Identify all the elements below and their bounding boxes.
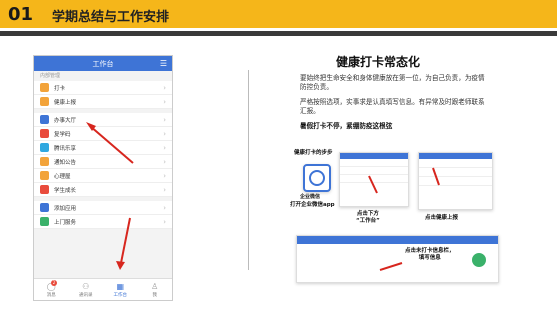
health-report-screenshot xyxy=(418,152,493,210)
workbench-screenshot xyxy=(339,152,409,207)
caption-open-app: 打开企业微信app xyxy=(290,202,335,208)
app-icon xyxy=(40,171,49,180)
app-label: 企业微信 xyxy=(300,194,321,200)
app-icon xyxy=(40,217,49,226)
section-number: 01 xyxy=(8,4,34,25)
app-icon xyxy=(40,97,49,106)
caption-health: 点击健康上报 xyxy=(425,215,459,221)
phone-titlebar: 工作台 ☰ xyxy=(34,56,172,71)
tab-label: 通讯录 xyxy=(79,293,93,298)
grid-icon: ▦ xyxy=(116,282,125,291)
app-icon xyxy=(40,83,49,92)
app-icon xyxy=(40,115,49,124)
tab-label: 工作台 xyxy=(113,293,128,298)
list-item-label: 复学码 xyxy=(54,131,71,138)
chevron-right-icon: › xyxy=(163,129,166,138)
paragraph-1: 要始终把生命安全和身体健康放在第一位，为自己负责，为疫情防控负责。 xyxy=(300,74,485,91)
tab-bar: ◯ 消息 2 ⚇ 通讯录 ▦ 工作台 ♙ 我 xyxy=(34,278,172,300)
list-item-label: 打卡 xyxy=(54,85,66,92)
paragraph-3: 暑假打卡不停，紧绷防疫这根弦 xyxy=(300,122,393,130)
person-icon: ♙ xyxy=(151,282,159,291)
menu-icon[interactable]: ☰ xyxy=(160,59,167,68)
caption-bottom-line2: “工作台” xyxy=(356,218,380,224)
page-title: 学期总结与工作安排 xyxy=(52,10,170,25)
list-item-label: 办事大厅 xyxy=(54,117,77,124)
app-icon xyxy=(40,157,49,166)
list-item[interactable]: 复学码 › xyxy=(34,127,172,141)
list-item-label: 学生成长 xyxy=(54,187,77,194)
chevron-right-icon: › xyxy=(163,97,166,106)
caption-fill-line2: 填写信息 xyxy=(418,255,441,261)
tab-grid[interactable]: ▦ 工作台 xyxy=(103,279,138,300)
list-item-label: 心理屋 xyxy=(54,173,71,180)
list-item[interactable]: 心理屋 › xyxy=(34,169,172,183)
vertical-divider xyxy=(248,70,249,270)
list-item[interactable]: 健康上报 › xyxy=(34,95,172,109)
section-label: 内部管理 xyxy=(40,73,61,79)
right-title: 健康打卡常态化 xyxy=(336,55,421,69)
list-item-label: 上门服务 xyxy=(54,219,77,226)
form-screenshot xyxy=(296,235,499,283)
list-item[interactable]: 添加应用 › xyxy=(34,201,172,215)
chevron-right-icon: › xyxy=(163,143,166,152)
caption-bottom: 点击下方 “工作台” xyxy=(356,211,380,225)
contacts-icon: ⚇ xyxy=(82,282,90,291)
tab-contacts[interactable]: ⚇ 通讯录 xyxy=(69,279,104,300)
list-item-label: 腾讯乐享 xyxy=(54,145,77,152)
app-icon xyxy=(40,129,49,138)
list-item-label: 通知公告 xyxy=(54,159,77,166)
caption-step: 健康打卡的步步 xyxy=(294,150,333,156)
unread-badge: 2 xyxy=(51,280,57,286)
phone-screenshot: 工作台 ☰ 内部管理 打卡 › 健康上报 › 办事大厅 › 复学码 › 腾讯乐享 › 通知公告 › 心… xyxy=(33,55,173,301)
wecom-app-icon xyxy=(303,164,331,192)
list-item-label: 添加应用 xyxy=(54,205,77,212)
app-icon xyxy=(40,203,49,212)
tab-label: 消息 xyxy=(46,293,56,298)
chevron-right-icon: › xyxy=(163,171,166,180)
list-item[interactable]: 腾讯乐享 › xyxy=(34,141,172,155)
chevron-right-icon: › xyxy=(163,203,166,212)
app-icon xyxy=(40,143,49,152)
list-item[interactable]: 办事大厅 › xyxy=(34,113,172,127)
header-bar: 01 学期总结与工作安排 xyxy=(0,0,557,28)
chevron-right-icon: › xyxy=(163,115,166,124)
chevron-right-icon: › xyxy=(163,217,166,226)
paragraph-2: 严格按照选项，实事求是认真填写信息。有异常及时跟老师联系汇报。 xyxy=(300,98,485,115)
tab-label: 我 xyxy=(152,293,158,298)
tab-chat[interactable]: ◯ 消息 2 xyxy=(34,279,69,300)
check-icon xyxy=(472,253,486,267)
caption-bottom-line1: 点击下方 xyxy=(356,211,379,217)
caption-fill-line1: 点击未打卡信息栏， xyxy=(405,248,455,254)
list-item-label: 健康上报 xyxy=(54,99,77,106)
chevron-right-icon: › xyxy=(163,185,166,194)
list-item[interactable]: 学生成长 › xyxy=(34,183,172,197)
list-item[interactable]: 上门服务 › xyxy=(34,215,172,229)
chevron-right-icon: › xyxy=(163,83,166,92)
chevron-right-icon: › xyxy=(163,157,166,166)
header-divider xyxy=(0,31,557,36)
list-item[interactable]: 通知公告 › xyxy=(34,155,172,169)
tab-person[interactable]: ♙ 我 xyxy=(138,279,173,300)
caption-fill: 点击未打卡信息栏， 填写信息 xyxy=(405,248,455,262)
app-icon xyxy=(40,185,49,194)
phone-title: 工作台 xyxy=(92,59,114,68)
list-item[interactable]: 打卡 › xyxy=(34,81,172,95)
